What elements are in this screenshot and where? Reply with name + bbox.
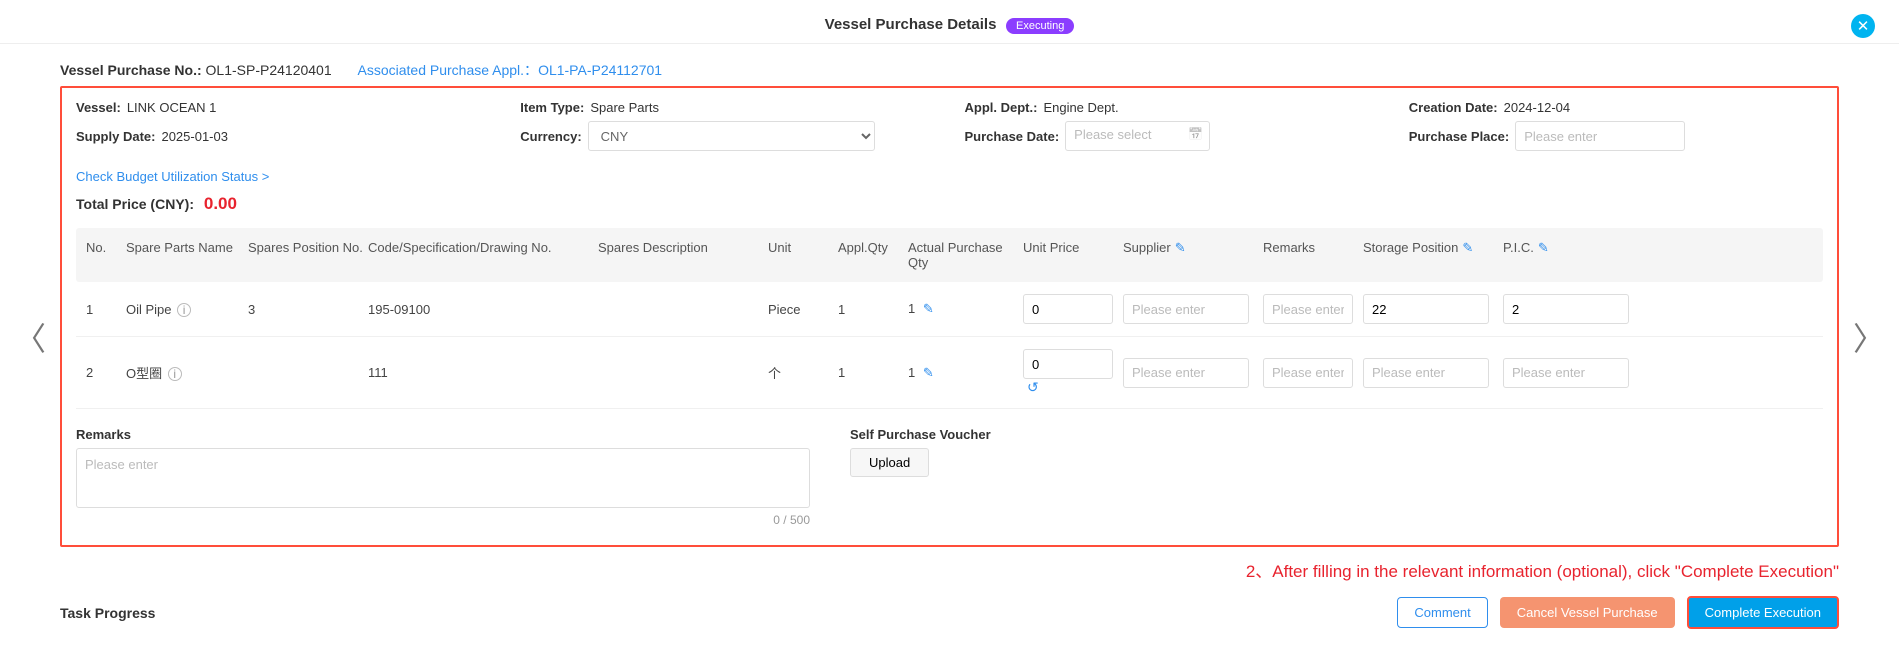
th-no: No.: [86, 240, 126, 270]
storage-input[interactable]: [1363, 294, 1489, 324]
th-supplier: Supplier✎: [1123, 240, 1263, 270]
cell-no: 1: [86, 302, 126, 317]
status-badge: Executing: [1006, 18, 1074, 34]
currency-label: Currency:: [520, 129, 581, 144]
th-remarks: Remarks: [1263, 240, 1363, 270]
total-price-value: 0.00: [204, 194, 237, 213]
item-type-value: Spare Parts: [590, 100, 659, 115]
th-storage: Storage Position✎: [1363, 240, 1503, 270]
cancel-purchase-button[interactable]: Cancel Vessel Purchase: [1500, 597, 1675, 628]
cell-name: O型圈 i: [126, 363, 248, 382]
storage-input[interactable]: [1363, 358, 1489, 388]
voucher-label: Self Purchase Voucher: [850, 427, 1110, 442]
edit-qty-icon[interactable]: ✎: [923, 301, 934, 316]
supply-date-value: 2025-01-03: [161, 129, 228, 144]
purchase-place-label: Purchase Place:: [1409, 129, 1509, 144]
cell-no: 2: [86, 365, 126, 380]
remarks-textarea[interactable]: [76, 448, 810, 508]
th-actqty: Actual Purchase Qty: [908, 240, 1023, 270]
supplier-input[interactable]: [1123, 358, 1249, 388]
pic-input[interactable]: [1503, 294, 1629, 324]
close-icon[interactable]: ✕: [1851, 14, 1875, 38]
th-pos: Spares Position No.: [248, 240, 368, 270]
info-icon[interactable]: i: [168, 367, 182, 381]
edit-qty-icon[interactable]: ✎: [923, 365, 934, 380]
instruction-text: 2、After filling in the relevant informat…: [0, 547, 1899, 586]
creation-date-value: 2024-12-04: [1504, 100, 1571, 115]
cell-code: 195-09100: [368, 302, 598, 317]
purchase-place-input[interactable]: [1515, 121, 1685, 151]
cell-unit: Piece: [768, 302, 838, 317]
order-number-value: OL1-SP-P24120401: [206, 62, 332, 78]
prev-arrow-icon[interactable]: 〈: [14, 314, 46, 360]
item-type-label: Item Type:: [520, 100, 584, 115]
cell-unit: 个: [768, 363, 838, 382]
th-price: Unit Price: [1023, 240, 1123, 270]
edit-storage-icon[interactable]: ✎: [1462, 240, 1473, 255]
total-price-label: Total Price (CNY):: [76, 196, 194, 212]
items-table: No. Spare Parts Name Spares Position No.…: [76, 228, 1823, 409]
creation-date-label: Creation Date:: [1409, 100, 1498, 115]
currency-select[interactable]: CNY: [588, 121, 875, 151]
edit-supplier-icon[interactable]: ✎: [1175, 240, 1186, 255]
cell-code: 111: [368, 365, 598, 380]
cell-name: Oil Pipe i: [126, 302, 248, 317]
info-icon[interactable]: i: [177, 303, 191, 317]
vessel-label: Vessel:: [76, 100, 121, 115]
cell-applqty: 1: [838, 365, 908, 380]
th-unit: Unit: [768, 240, 838, 270]
page-title: Vessel Purchase Details: [825, 16, 997, 33]
th-pic: P.I.C.✎: [1503, 240, 1643, 270]
unit-price-input[interactable]: [1023, 294, 1113, 324]
cell-actualqty: 1 ✎: [908, 301, 1023, 317]
complete-execution-button[interactable]: Complete Execution: [1687, 596, 1839, 629]
th-desc: Spares Description: [598, 240, 768, 270]
edit-pic-icon[interactable]: ✎: [1538, 240, 1549, 255]
table-row: 2O型圈 i 111 个11 ✎↺: [76, 337, 1823, 409]
row-remarks-input[interactable]: [1263, 358, 1353, 388]
upload-button[interactable]: Upload: [850, 448, 929, 477]
table-header: No. Spare Parts Name Spares Position No.…: [76, 228, 1823, 282]
pic-input[interactable]: [1503, 358, 1629, 388]
appl-dept-label: Appl. Dept.:: [965, 100, 1038, 115]
purchase-date-input[interactable]: Please select: [1065, 121, 1210, 151]
comment-button[interactable]: Comment: [1397, 597, 1487, 628]
table-row: 1Oil Pipe i3195-09100Piece11 ✎: [76, 282, 1823, 337]
cell-pos: 3: [248, 302, 368, 317]
order-number-label: Vessel Purchase No.:: [60, 62, 202, 78]
cell-applqty: 1: [838, 302, 908, 317]
th-aqty: Appl.Qty: [838, 240, 908, 270]
th-code: Code/Specification/Drawing No.: [368, 240, 598, 270]
cell-actualqty: 1 ✎: [908, 365, 1023, 381]
budget-utilization-link[interactable]: Check Budget Utilization Status >: [76, 169, 269, 184]
unit-price-input[interactable]: [1023, 349, 1113, 379]
remarks-label: Remarks: [76, 427, 810, 442]
order-number-line: Vessel Purchase No.: OL1-SP-P24120401 As…: [60, 60, 1839, 86]
th-name: Spare Parts Name: [126, 240, 248, 270]
vessel-value: LINK OCEAN 1: [127, 100, 217, 115]
remarks-char-count: 0 / 500: [76, 513, 810, 527]
details-panel: Vessel: LINK OCEAN 1 Item Type: Spare Part…: [60, 86, 1839, 547]
supplier-input[interactable]: [1123, 294, 1249, 324]
associated-appl-link[interactable]: Associated Purchase Appl.：OL1-PA-P241127…: [358, 62, 663, 78]
page-header: Vessel Purchase Details Executing ✕: [0, 0, 1899, 44]
supply-date-label: Supply Date:: [76, 129, 155, 144]
purchase-date-label: Purchase Date:: [965, 129, 1060, 144]
next-arrow-icon[interactable]: 〉: [1853, 314, 1885, 360]
appl-dept-value: Engine Dept.: [1043, 100, 1118, 115]
total-price-line: Total Price (CNY): 0.00: [76, 194, 1823, 214]
task-progress-label: Task Progress: [60, 605, 155, 621]
undo-icon[interactable]: ↺: [1027, 379, 1039, 395]
row-remarks-input[interactable]: [1263, 294, 1353, 324]
